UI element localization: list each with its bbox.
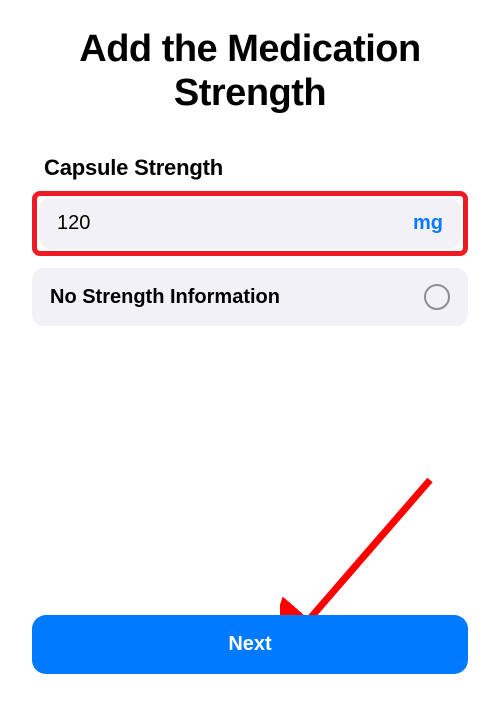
strength-unit[interactable]: mg xyxy=(413,212,443,235)
strength-input-row[interactable]: mg xyxy=(39,198,461,249)
next-button[interactable]: Next xyxy=(32,615,468,674)
radio-unchecked-icon xyxy=(424,284,450,310)
section-label: Capsule Strength xyxy=(0,125,500,191)
no-strength-label: No Strength Information xyxy=(50,286,424,309)
strength-input[interactable] xyxy=(57,212,413,235)
no-strength-option[interactable]: No Strength Information xyxy=(32,268,468,326)
strength-input-highlight: mg xyxy=(32,191,468,256)
page-title: Add the Medica­tion Strength xyxy=(0,0,500,125)
